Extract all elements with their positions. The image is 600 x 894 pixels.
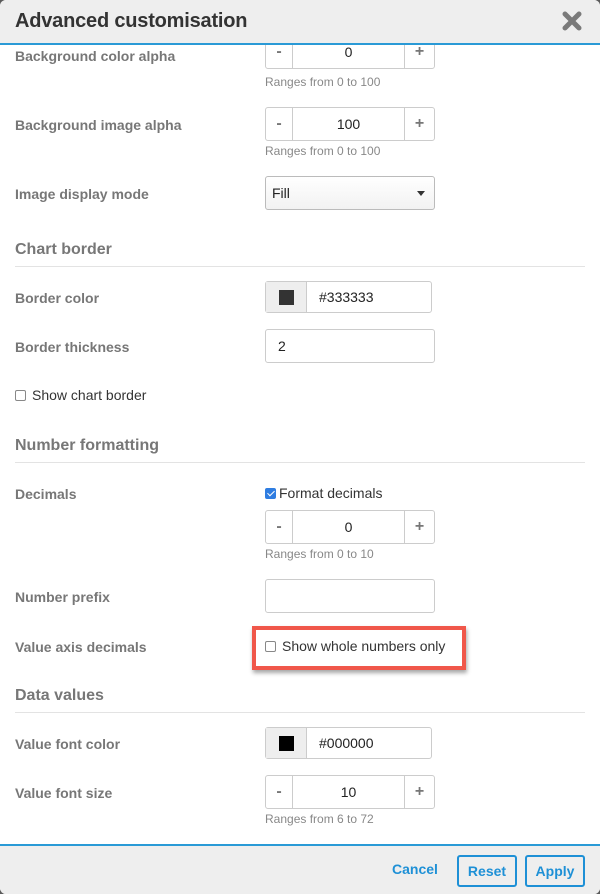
color-swatch bbox=[278, 735, 294, 751]
bg-image-alpha-hint: Ranges from 0 to 100 bbox=[265, 144, 381, 158]
bg-image-alpha-label: Background image alpha bbox=[15, 117, 182, 133]
increment-button[interactable]: + bbox=[404, 45, 434, 68]
decrement-button[interactable]: - bbox=[266, 511, 293, 543]
border-color-input[interactable]: #333333 bbox=[307, 282, 431, 312]
border-thickness-label: Border thickness bbox=[15, 339, 130, 355]
value-font-color-label: Value font color bbox=[15, 736, 121, 752]
border-color-label: Border color bbox=[15, 290, 100, 306]
border-thickness-input[interactable]: 2 bbox=[265, 329, 435, 363]
bg-image-alpha-stepper: - 100 + bbox=[265, 107, 435, 141]
dialog-footer: Cancel Reset Apply bbox=[0, 844, 600, 894]
value-font-size-stepper: - 10 + bbox=[265, 775, 435, 809]
color-swatch-button[interactable] bbox=[266, 282, 307, 312]
decrement-button[interactable]: - bbox=[266, 776, 293, 808]
value-font-size-input[interactable]: 10 bbox=[293, 776, 404, 808]
border-color-picker: #333333 bbox=[265, 281, 432, 313]
close-icon[interactable] bbox=[561, 10, 583, 32]
section-chart-border: Chart border bbox=[15, 241, 585, 267]
bg-color-alpha-hint: Ranges from 0 to 100 bbox=[265, 75, 381, 89]
dialog-body: Background color alpha - 0 + Ranges from… bbox=[0, 45, 600, 844]
advanced-customisation-dialog: Advanced customisation Background color … bbox=[0, 0, 600, 894]
number-prefix-label: Number prefix bbox=[15, 589, 110, 605]
value-font-size-hint: Ranges from 6 to 72 bbox=[265, 812, 374, 826]
increment-button[interactable]: + bbox=[404, 108, 434, 140]
format-decimals-checkbox[interactable]: Format decimals bbox=[265, 485, 382, 501]
checkbox-unchecked[interactable] bbox=[15, 390, 26, 401]
cancel-button[interactable]: Cancel bbox=[384, 855, 446, 887]
bg-color-alpha-stepper: - 0 + bbox=[265, 45, 435, 69]
value-font-size-label: Value font size bbox=[15, 785, 113, 801]
bg-color-alpha-label: Background color alpha bbox=[15, 48, 176, 64]
decrement-button[interactable]: - bbox=[266, 45, 293, 68]
format-decimals-label: Format decimals bbox=[279, 485, 383, 501]
dialog-header: Advanced customisation bbox=[0, 0, 600, 45]
dialog-title: Advanced customisation bbox=[15, 10, 248, 32]
decimals-input[interactable]: 0 bbox=[293, 511, 404, 543]
decimals-hint: Ranges from 0 to 10 bbox=[265, 547, 374, 561]
section-data-values: Data values bbox=[15, 687, 585, 713]
show-whole-numbers-checkbox[interactable]: Show whole numbers only bbox=[265, 638, 445, 654]
increment-button[interactable]: + bbox=[404, 511, 434, 543]
show-chart-border-checkbox[interactable]: Show chart border bbox=[15, 387, 146, 403]
reset-button[interactable]: Reset bbox=[457, 855, 517, 887]
show-whole-numbers-label: Show whole numbers only bbox=[282, 638, 446, 654]
bg-image-alpha-input[interactable]: 100 bbox=[293, 108, 404, 140]
checkbox-unchecked[interactable] bbox=[265, 641, 276, 652]
color-swatch-button[interactable] bbox=[266, 728, 307, 758]
value-axis-decimals-label: Value axis decimals bbox=[15, 639, 147, 655]
chevron-down-icon bbox=[417, 191, 425, 196]
section-number-formatting: Number formatting bbox=[15, 437, 585, 463]
value-font-color-picker: #000000 bbox=[265, 727, 432, 759]
value-font-color-input[interactable]: #000000 bbox=[307, 728, 431, 758]
apply-button[interactable]: Apply bbox=[525, 855, 585, 887]
number-prefix-input[interactable] bbox=[265, 579, 435, 613]
decrement-button[interactable]: - bbox=[266, 108, 293, 140]
decimals-stepper: - 0 + bbox=[265, 510, 435, 544]
increment-button[interactable]: + bbox=[404, 776, 434, 808]
decimals-label: Decimals bbox=[15, 486, 77, 502]
color-swatch bbox=[278, 289, 294, 305]
image-display-mode-select[interactable]: Fill bbox=[265, 176, 435, 210]
image-display-mode-value: Fill bbox=[272, 185, 290, 201]
show-chart-border-label: Show chart border bbox=[32, 387, 147, 403]
bg-color-alpha-input[interactable]: 0 bbox=[293, 45, 404, 68]
checkbox-checked[interactable] bbox=[265, 488, 276, 499]
image-display-mode-label: Image display mode bbox=[15, 186, 149, 202]
